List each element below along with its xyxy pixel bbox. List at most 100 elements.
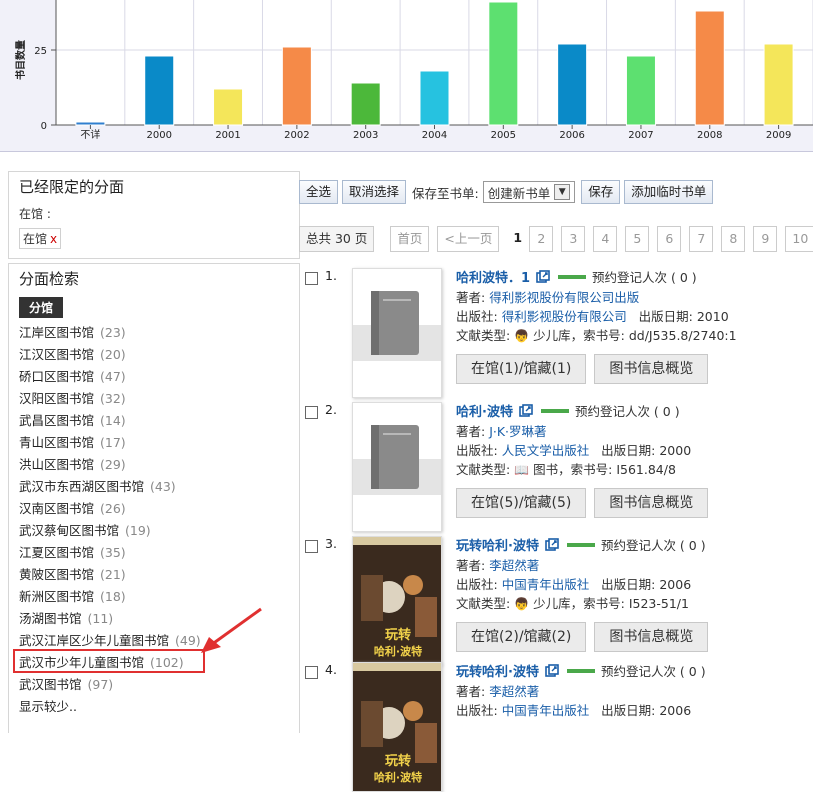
doc-type-label: 文献类型:: [456, 596, 511, 611]
facet-item-count: (43): [150, 479, 176, 494]
facet-item[interactable]: 洪山区图书馆 (29): [19, 454, 289, 476]
select-all-button[interactable]: 全选: [299, 180, 339, 204]
record-info: 玩转哈利·波特 预约登记人次 ( 0 ) 著者: 李超然著 出版社: 中国青年出版社 …: [456, 536, 813, 652]
highlight-box: [13, 649, 205, 673]
bar-2006[interactable]: [557, 43, 588, 126]
book-cover[interactable]: 玩转 哈利·波特: [352, 662, 442, 792]
page-number-button[interactable]: 4: [593, 226, 618, 252]
facet-item[interactable]: 硚口区图书馆 (47): [19, 366, 289, 388]
page-number-button[interactable]: 6: [657, 226, 682, 252]
record-checkbox[interactable]: [305, 666, 318, 679]
facet-item-name: 武汉市东西湖区图书馆: [19, 479, 145, 494]
book-overview-button[interactable]: 图书信息概览: [594, 354, 709, 384]
author-link[interactable]: 得利影视股份有限公司出版: [489, 290, 639, 305]
y-tick-label: 0: [41, 121, 47, 132]
annotation-arrow: [201, 607, 262, 653]
book-overview-button[interactable]: 图书信息概览: [594, 488, 709, 518]
book-cover[interactable]: 玩转 哈利·波特: [352, 536, 442, 666]
external-link-icon[interactable]: [513, 404, 535, 419]
svg-text:玩转: 玩转: [385, 627, 411, 643]
add-temp-booklist-button[interactable]: 添加临时书单: [624, 180, 714, 204]
publisher-link[interactable]: 中国青年出版社: [502, 703, 590, 718]
facet-item-name: 武汉江岸区少年儿童图书馆: [19, 633, 170, 648]
bar-2002[interactable]: [281, 46, 312, 126]
record-checkbox[interactable]: [305, 540, 318, 553]
bar-2001[interactable]: [213, 88, 244, 126]
facet-item[interactable]: 江汉区图书馆 (20): [19, 344, 289, 366]
pub-date-label: 出版日期:: [601, 443, 656, 458]
bar-2003[interactable]: [350, 82, 381, 126]
page-number-button[interactable]: 3: [561, 226, 586, 252]
author-label: 著者:: [456, 684, 486, 699]
page-number-button[interactable]: 8: [721, 226, 746, 252]
show-less-link[interactable]: 显示较少..: [19, 696, 289, 718]
author-link[interactable]: J·K·罗琳著: [489, 424, 546, 439]
publisher-link[interactable]: 得利影视股份有限公司: [502, 309, 627, 324]
facet-item[interactable]: 武昌区图书馆 (14): [19, 410, 289, 432]
facet-item[interactable]: 汉南区图书馆 (26): [19, 498, 289, 520]
bar-2008[interactable]: [694, 10, 725, 126]
author-link[interactable]: 李超然著: [489, 558, 539, 573]
remove-facet-button[interactable]: x: [50, 232, 57, 246]
bar-不详[interactable]: [75, 121, 106, 126]
author-label: 著者:: [456, 558, 486, 573]
holdings-button[interactable]: 在馆(2)/馆藏(2): [456, 622, 587, 652]
page-number-button[interactable]: 7: [689, 226, 714, 252]
page-number-button[interactable]: 10: [785, 226, 813, 252]
holdings-button[interactable]: 在馆(5)/馆藏(5): [456, 488, 587, 518]
save-button[interactable]: 保存: [581, 180, 621, 204]
facet-item[interactable]: 江岸区图书馆 (23): [19, 322, 289, 344]
facet-item[interactable]: 江夏区图书馆 (35): [19, 542, 289, 564]
facet-item[interactable]: 武汉市东西湖区图书馆 (43): [19, 476, 289, 498]
facet-item-count: (29): [100, 457, 126, 472]
external-link-icon[interactable]: [539, 664, 561, 679]
record-title-link[interactable]: 哈利波特．1: [456, 271, 530, 286]
pub-date: 2006: [659, 577, 692, 592]
publisher-link[interactable]: 人民文学出版社: [502, 443, 590, 458]
facet-item[interactable]: 武汉图书馆 (97): [19, 674, 289, 696]
publisher-label: 出版社:: [456, 443, 498, 458]
year-distribution-chart: 25 0 书目数量 不详 2000 2001 2002 2003 2004 2005 2006 200…: [0, 0, 813, 152]
external-link-icon[interactable]: [539, 538, 561, 553]
record-checkbox[interactable]: [305, 272, 318, 285]
record-title-link[interactable]: 哈利·波特: [456, 405, 513, 420]
page-number-button[interactable]: 5: [625, 226, 650, 252]
record-checkbox[interactable]: [305, 406, 318, 419]
chevron-down-icon[interactable]: ▼: [554, 184, 571, 200]
record-title-link[interactable]: 玩转哈利·波特: [456, 539, 539, 554]
facet-item[interactable]: 青山区图书馆 (17): [19, 432, 289, 454]
first-page-button[interactable]: 首页: [390, 226, 430, 252]
bar-2007[interactable]: [625, 55, 656, 126]
facet-item[interactable]: 武汉蔡甸区图书馆 (19): [19, 520, 289, 542]
book-overview-button[interactable]: 图书信息概览: [594, 622, 709, 652]
facet-item-count: (35): [100, 545, 126, 560]
limited-facet-tag-label: 在馆: [23, 232, 48, 246]
pub-date: 2000: [659, 443, 692, 458]
booklist-select[interactable]: 创建新书单 ▼: [482, 181, 576, 203]
prev-page-button[interactable]: <上一页: [437, 226, 500, 252]
holdings-button[interactable]: 在馆(1)/馆藏(1): [456, 354, 587, 384]
facet-item-count: (20): [100, 347, 126, 362]
facet-item[interactable]: 汉阳区图书馆 (32): [19, 388, 289, 410]
page-number-button[interactable]: 2: [529, 226, 554, 252]
x-tick-label: 2003: [353, 130, 378, 141]
page-number-button[interactable]: 9: [753, 226, 778, 252]
bar-2000[interactable]: [144, 55, 175, 126]
current-page: 1: [507, 226, 522, 252]
doc-type-label: 文献类型:: [456, 462, 511, 477]
cancel-selection-button[interactable]: 取消选择: [342, 180, 407, 204]
record-title-link[interactable]: 玩转哈利·波特: [456, 665, 539, 680]
publisher-link[interactable]: 中国青年出版社: [502, 577, 590, 592]
facet-item[interactable]: 黄陂区图书馆 (21): [19, 564, 289, 586]
facet-item-name: 汉阳区图书馆: [19, 391, 95, 406]
book-cover[interactable]: [352, 402, 442, 532]
external-link-icon[interactable]: [530, 270, 552, 285]
bar-2004[interactable]: [419, 70, 450, 126]
facet-item-name: 武昌区图书馆: [19, 413, 95, 428]
book-cover[interactable]: [352, 268, 442, 398]
bar-2009[interactable]: [763, 43, 794, 126]
facet-item-count: (32): [100, 391, 126, 406]
bar-2005[interactable]: [488, 1, 519, 126]
author-link[interactable]: 李超然著: [489, 684, 539, 699]
child-icon: 👦: [514, 329, 530, 343]
